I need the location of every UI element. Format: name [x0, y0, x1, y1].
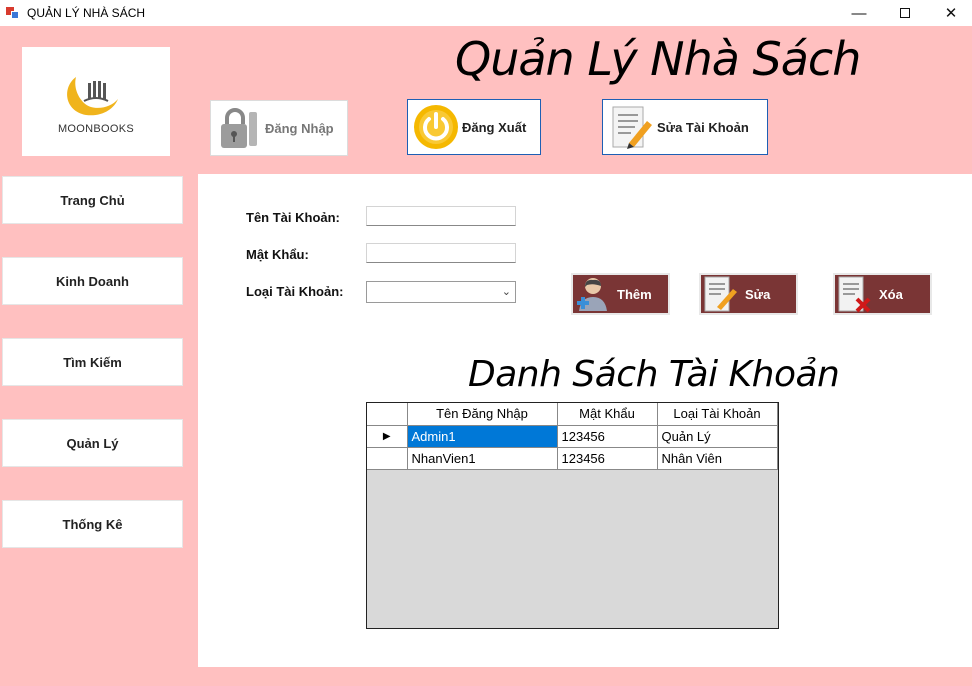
window-title: QUẢN LÝ NHÀ SÁCH	[27, 6, 146, 20]
window-titlebar: QUẢN LÝ NHÀ SÁCH — ✕	[0, 0, 972, 26]
edit-button[interactable]: Sửa	[699, 273, 798, 315]
maximize-icon	[900, 8, 910, 18]
minimize-icon: —	[851, 4, 867, 22]
account-management-panel: Tên Tài Khoản: Mật Khẩu: Loại Tài Khoản:…	[198, 174, 972, 667]
table-cell[interactable]: 123456	[556, 446, 658, 470]
delete-document-icon	[835, 275, 875, 313]
table-cell[interactable]: Nhân Viên	[656, 446, 778, 470]
logo-text: MOONBOOKS	[57, 122, 135, 135]
maximize-button[interactable]	[882, 0, 928, 26]
account-table: Tên Đăng Nhập Mật Khẩu Loại Tài Khoản ▶ …	[367, 403, 778, 470]
sidebar-item-label: Thống Kê	[62, 516, 123, 532]
table-cell[interactable]: 123456	[556, 424, 658, 448]
moon-book-icon	[67, 76, 118, 115]
password-label: Mật Khẩu:	[246, 247, 309, 262]
row-header[interactable]: ▶	[367, 424, 408, 448]
login-label: Đăng Nhập	[265, 120, 334, 136]
row-header[interactable]	[367, 446, 408, 470]
table-cell[interactable]: NhanVien1	[406, 446, 558, 470]
sidebar-item-label: Quản Lý	[66, 435, 119, 451]
chevron-down-icon: ⌄	[501, 286, 511, 298]
account-type-select[interactable]: ⌄	[366, 281, 516, 303]
account-list-title: Danh Sách Tài Khoản	[468, 354, 840, 395]
document-edit-icon	[607, 103, 655, 151]
table-cell[interactable]: Admin1	[406, 424, 558, 448]
logout-button[interactable]: Đăng Xuất	[407, 99, 541, 155]
account-type-label: Loại Tài Khoản:	[246, 284, 344, 299]
add-user-icon	[573, 275, 613, 313]
main-form: MOONBOOKS Quản Lý Nhà Sách Đăng Nhập Đăn	[0, 26, 972, 686]
add-button[interactable]: Thêm	[571, 273, 670, 315]
login-button[interactable]: Đăng Nhập	[210, 100, 348, 156]
sidebar-item-business[interactable]: Kinh Doanh	[2, 257, 183, 305]
minimize-button[interactable]: —	[836, 0, 882, 26]
logout-label: Đăng Xuất	[462, 119, 527, 135]
close-icon: ✕	[944, 5, 958, 22]
table-row[interactable]: NhanVien1 123456 Nhân Viên	[367, 446, 778, 470]
add-label: Thêm	[617, 286, 652, 302]
padlock-icon	[215, 104, 263, 152]
sidebar-item-statistics[interactable]: Thống Kê	[2, 500, 183, 548]
column-header-username[interactable]: Tên Đăng Nhập	[406, 403, 558, 426]
edit-account-label: Sửa Tài Khoản	[657, 119, 749, 135]
sidebar-item-label: Kinh Doanh	[56, 273, 129, 289]
column-header-password[interactable]: Mật Khẩu	[556, 403, 658, 426]
table-cell[interactable]: Quản Lý	[656, 424, 778, 448]
close-button[interactable]: ✕	[928, 0, 972, 26]
page-title: Quản Lý Nhà Sách	[455, 32, 861, 86]
logo: MOONBOOKS	[22, 47, 170, 156]
delete-button[interactable]: Xóa	[833, 273, 932, 315]
sidebar-item-manage[interactable]: Quản Lý	[2, 419, 183, 467]
document-edit-icon	[701, 275, 741, 313]
edit-account-button[interactable]: Sửa Tài Khoản	[602, 99, 768, 155]
delete-label: Xóa	[879, 286, 903, 302]
current-row-icon: ▶	[382, 430, 391, 442]
sidebar-item-label: Tìm Kiếm	[63, 354, 122, 370]
column-header-account-type[interactable]: Loại Tài Khoản	[656, 403, 778, 426]
table-header-row: Tên Đăng Nhập Mật Khẩu Loại Tài Khoản	[367, 403, 778, 426]
sidebar-item-label: Trang Chủ	[60, 192, 125, 208]
sidebar-item-search[interactable]: Tìm Kiếm	[2, 338, 183, 386]
sidebar-item-home[interactable]: Trang Chủ	[2, 176, 183, 224]
table-row[interactable]: ▶ Admin1 123456 Quản Lý	[367, 424, 778, 448]
password-field[interactable]	[366, 243, 516, 263]
username-label: Tên Tài Khoản:	[246, 210, 340, 225]
row-header-corner	[367, 403, 408, 426]
edit-label: Sửa	[745, 286, 771, 302]
power-icon	[412, 103, 460, 151]
bottom-strip	[198, 667, 972, 686]
app-window-icon	[5, 5, 21, 21]
account-data-grid[interactable]: Tên Đăng Nhập Mật Khẩu Loại Tài Khoản ▶ …	[366, 402, 779, 629]
username-field[interactable]	[366, 206, 516, 226]
